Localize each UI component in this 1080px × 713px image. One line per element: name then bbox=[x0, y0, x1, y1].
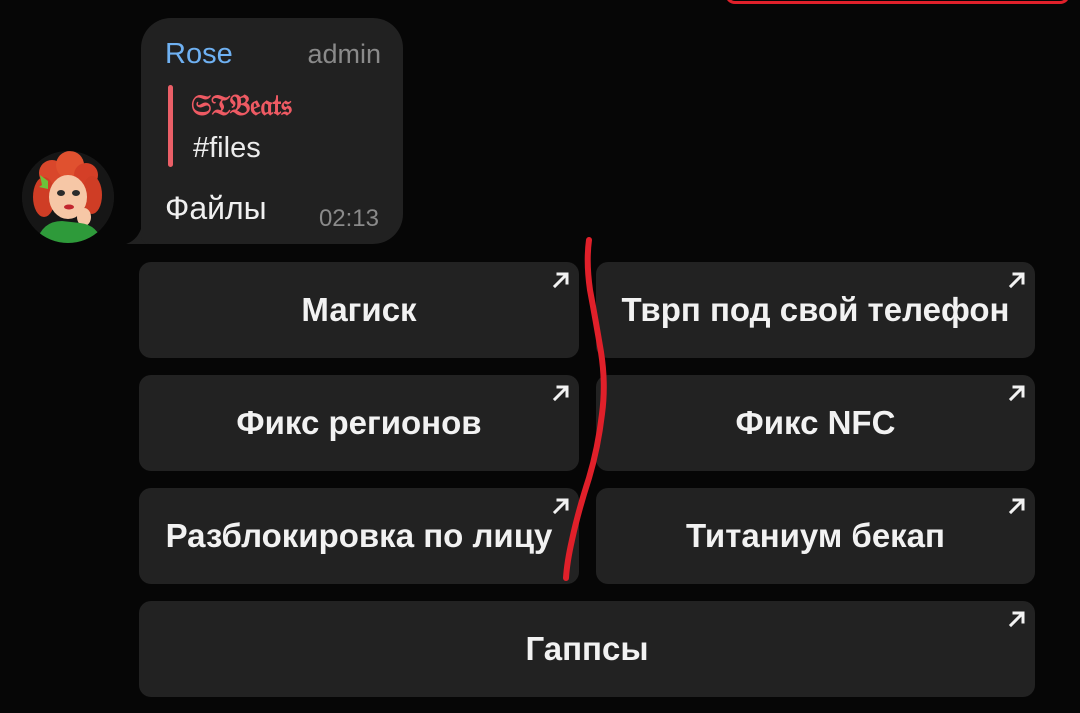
message-time: 02:13 bbox=[318, 205, 379, 232]
sender-name[interactable]: Rose bbox=[165, 38, 233, 71]
external-link-arrow-icon bbox=[552, 272, 569, 289]
button-label: Титаниум бекап bbox=[686, 517, 945, 554]
top-red-annotation bbox=[725, 0, 1070, 4]
external-link-arrow-icon bbox=[552, 385, 569, 402]
external-link-arrow-icon bbox=[1008, 611, 1025, 628]
button-label: Разблокировка по лицу bbox=[165, 517, 553, 554]
avatar-illustration bbox=[22, 151, 114, 243]
face-unlock-button[interactable]: Разблокировка по лицу bbox=[139, 488, 579, 584]
twrp-button[interactable]: Тврп под свой телефон bbox=[596, 262, 1035, 358]
message-text: Файлы bbox=[165, 190, 267, 226]
button-label: Магиск bbox=[301, 291, 417, 328]
button-label: Гаппсы bbox=[525, 630, 649, 667]
quote-text[interactable]: #files bbox=[193, 132, 261, 165]
magisk-button[interactable]: Магиск bbox=[139, 262, 579, 358]
quote-author[interactable]: 𝔖𝔗𝔅𝔢𝔞𝔱𝔰 bbox=[191, 88, 292, 123]
button-label: Фикс NFC bbox=[735, 404, 896, 441]
external-link-arrow-icon bbox=[1008, 385, 1025, 402]
titanium-backup-button[interactable]: Титаниум бекап bbox=[596, 488, 1035, 584]
sender-role: admin bbox=[307, 39, 381, 69]
quote-bar bbox=[168, 85, 173, 167]
external-link-arrow-icon bbox=[552, 498, 569, 515]
gapps-button[interactable]: Гаппсы bbox=[139, 601, 1035, 697]
button-label: Тврп под свой телефон bbox=[621, 291, 1010, 328]
chat-screen: Rose admin 𝔖𝔗𝔅𝔢𝔞𝔱𝔰 #files Файлы 02:13 Ма… bbox=[0, 0, 1080, 713]
external-link-arrow-icon bbox=[1008, 272, 1025, 289]
fix-regions-button[interactable]: Фикс регионов bbox=[139, 375, 579, 471]
message-bubble[interactable]: Rose admin 𝔖𝔗𝔅𝔢𝔞𝔱𝔰 #files Файлы 02:13 bbox=[141, 18, 403, 244]
button-label: Фикс регионов bbox=[236, 404, 482, 441]
avatar[interactable] bbox=[22, 151, 114, 243]
fix-nfc-button[interactable]: Фикс NFC bbox=[596, 375, 1035, 471]
external-link-arrow-icon bbox=[1008, 498, 1025, 515]
